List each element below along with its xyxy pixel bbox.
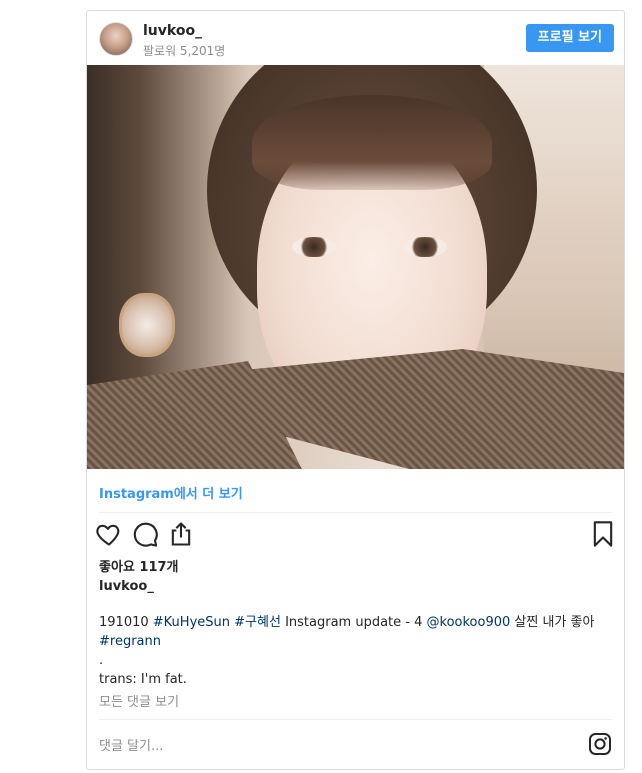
caption-text: Instagram update - 4	[285, 615, 423, 630]
caption-date: 191010	[99, 615, 149, 630]
photo-bangs	[252, 95, 492, 190]
heart-icon[interactable]	[95, 520, 123, 548]
caption-translation: trans: I'm fat.	[99, 672, 187, 687]
divider	[99, 512, 612, 513]
comment-icon[interactable]	[131, 520, 159, 548]
view-all-comments-link[interactable]: 모든 댓글 보기	[99, 691, 179, 710]
caption-dot: .	[99, 653, 104, 668]
instagram-icon[interactable]	[588, 732, 612, 756]
post-photo[interactable]	[87, 65, 624, 469]
action-bar	[87, 516, 624, 556]
photo-eye-left	[292, 237, 336, 257]
bookmark-icon[interactable]	[589, 520, 617, 548]
caption-text-korean: 살찐 내가 좋아	[514, 615, 595, 630]
caption-line-1: 191010 #KuHyeSun #구혜선 Instagram update -…	[99, 613, 614, 632]
photo-eye-right	[403, 237, 447, 257]
post-header: luvkoo_ 팔로워 5,201명 프로필 보기	[87, 11, 624, 65]
comment-bar: 댓글 달기...	[87, 719, 624, 769]
hashtag-koohyesun-kr[interactable]: #구혜선	[234, 615, 281, 630]
view-more-on-instagram-link[interactable]: Instagram에서 더 보기	[99, 483, 243, 502]
share-icon[interactable]	[167, 520, 195, 548]
avatar[interactable]	[99, 22, 133, 56]
view-profile-button[interactable]: 프로필 보기	[525, 24, 614, 52]
caption-username[interactable]: luvkoo_	[99, 579, 154, 594]
like-count[interactable]: 좋아요 117개	[99, 556, 179, 575]
hashtag-regrann[interactable]: #regrann	[99, 632, 614, 651]
photo-watch	[119, 293, 175, 357]
hashtag-kuhyesun[interactable]: #KuHyeSun	[153, 615, 230, 630]
post-caption: 191010 #KuHyeSun #구혜선 Instagram update -…	[99, 613, 614, 689]
username[interactable]: luvkoo_	[143, 23, 202, 39]
add-comment-input[interactable]: 댓글 달기...	[99, 735, 163, 754]
mention-kookoo900[interactable]: @kookoo900	[427, 615, 511, 630]
follower-count: 팔로워 5,201명	[143, 44, 226, 58]
photo-jacket	[87, 349, 624, 469]
instagram-embed-card: luvkoo_ 팔로워 5,201명 프로필 보기 Instagram에서 더 …	[86, 10, 625, 770]
